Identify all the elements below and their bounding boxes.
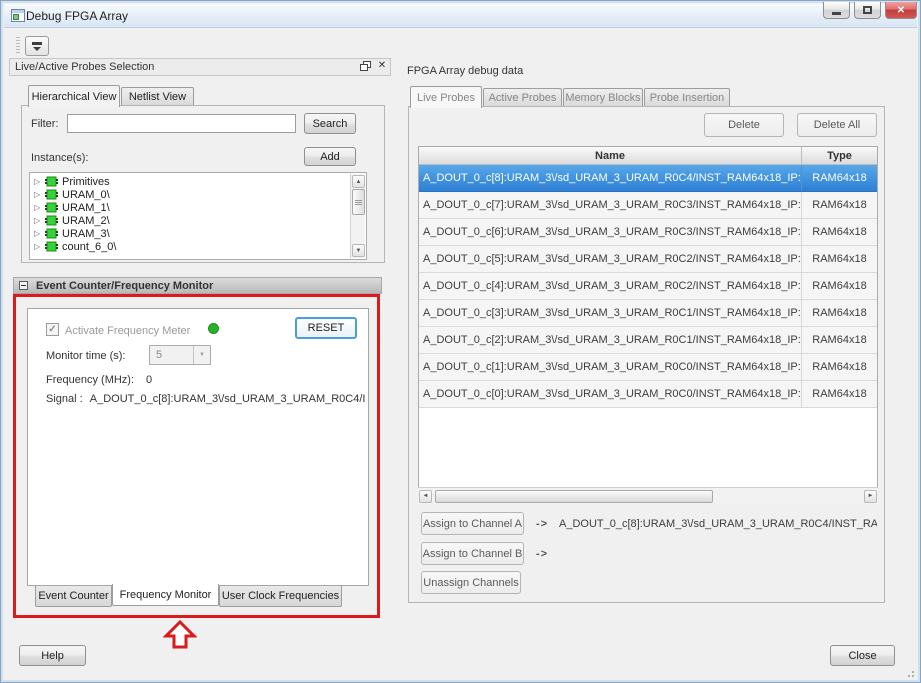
resize-grip[interactable] (904, 667, 914, 677)
tab-frequency-monitor[interactable]: Frequency Monitor (112, 584, 219, 606)
expander-icon[interactable]: ▷ (34, 203, 44, 212)
tab-user-clock-frequencies[interactable]: User Clock Frequencies (219, 586, 342, 607)
expander-icon[interactable]: ▷ (34, 242, 44, 251)
monitor-time-select[interactable]: 5 ▼ (149, 345, 211, 365)
expander-icon[interactable]: ▷ (34, 177, 44, 186)
scroll-up-icon[interactable]: ▲ (352, 175, 365, 188)
instances-label: Instance(s): (31, 152, 88, 164)
assign-channel-a-button[interactable]: Assign to Channel A (421, 512, 524, 535)
toolbar-drag-handle[interactable] (16, 37, 20, 55)
probes-panel-titlebar: Live/Active Probes Selection (9, 58, 391, 76)
float-panel-icon[interactable] (360, 61, 371, 72)
channel-a-value: A_DOUT_0_c[8]:URAM_3\/sd_URAM_3_URAM_R0C… (559, 518, 877, 530)
live-probes-table: Name Type A_DOUT_0_c[8]:URAM_3\/sd_URAM_… (418, 146, 878, 488)
table-row[interactable]: A_DOUT_0_c[4]:URAM_3\/sd_URAM_3_URAM_R0C… (419, 273, 877, 300)
tree-item[interactable]: ▷ URAM_3\ (30, 227, 366, 240)
signal-value: A_DOUT_0_c[8]:URAM_3\/sd_URAM_3_URAM_R0C… (90, 393, 366, 405)
table-row[interactable]: A_DOUT_0_c[5]:URAM_3\/sd_URAM_3_URAM_R0C… (419, 246, 877, 273)
close-window-button[interactable]: ✕ (885, 2, 917, 19)
tab-netlist-view[interactable]: Netlist View (121, 87, 194, 105)
maximize-button[interactable] (854, 2, 881, 19)
expander-icon[interactable]: ▷ (34, 229, 44, 238)
scroll-right-icon[interactable]: ► (864, 490, 877, 503)
instance-chip-icon (45, 189, 58, 200)
minimize-button[interactable] (823, 2, 850, 19)
window-title: Debug FPGA Array (26, 9, 128, 23)
instance-tree[interactable]: ▷ Primitives ▷ URAM_0\ ▷ URAM_1\ ▷ URAM_… (29, 172, 367, 260)
table-header[interactable]: Name Type (419, 147, 877, 165)
tab-live-probes[interactable]: Live Probes (410, 86, 482, 108)
channel-b-arrow: -> (536, 548, 548, 560)
close-button[interactable]: Close (830, 645, 895, 666)
scrollbar-thumb[interactable] (352, 189, 365, 215)
reset-button[interactable]: RESET (295, 317, 357, 339)
tab-active-probes[interactable]: Active Probes (483, 88, 562, 106)
activate-frequency-meter-checkbox[interactable]: ✓ (46, 323, 59, 336)
add-button[interactable]: Add (304, 147, 356, 166)
table-row[interactable]: A_DOUT_0_c[3]:URAM_3\/sd_URAM_3_URAM_R0C… (419, 300, 877, 327)
activate-frequency-meter-label: Activate Frequency Meter (65, 325, 190, 337)
tab-hierarchical-view[interactable]: Hierarchical View (28, 85, 120, 107)
instance-chip-icon (45, 241, 58, 252)
tree-item[interactable]: ▷ Primitives (30, 175, 366, 188)
monitor-time-label: Monitor time (s): (46, 350, 125, 362)
tab-event-counter[interactable]: Event Counter (35, 586, 112, 607)
filter-input[interactable] (67, 114, 296, 133)
instance-chip-icon (45, 176, 58, 187)
debug-panel-title: FPGA Array debug data (407, 65, 523, 77)
instance-chip-icon (45, 228, 58, 239)
signal-line: Signal : A_DOUT_0_c[8]:URAM_3\/sd_URAM_3… (46, 393, 366, 405)
scrollbar-thumb[interactable] (435, 490, 713, 503)
tree-item[interactable]: ▷ URAM_0\ (30, 188, 366, 201)
toolbar-collapse-button[interactable] (25, 36, 49, 56)
monitor-section-header[interactable]: Event Counter/Frequency Monitor (13, 277, 382, 294)
column-header-name[interactable]: Name (419, 147, 801, 164)
scroll-down-icon[interactable]: ▼ (352, 244, 365, 257)
probes-panel-title: Live/Active Probes Selection (15, 61, 154, 73)
filter-label: Filter: (31, 118, 59, 130)
table-row[interactable]: A_DOUT_0_c[0]:URAM_3\/sd_URAM_3_URAM_R0C… (419, 381, 877, 408)
tree-vertical-scrollbar[interactable]: ▲ ▼ (350, 174, 365, 258)
delete-button[interactable]: Delete (704, 113, 784, 137)
instance-chip-icon (45, 202, 58, 213)
table-row[interactable]: A_DOUT_0_c[6]:URAM_3\/sd_URAM_3_URAM_R0C… (419, 219, 877, 246)
minimize-icon (832, 12, 841, 15)
debug-fpga-array-window: Debug FPGA Array ✕ Live/Active Probes Se… (0, 0, 921, 683)
instance-chip-icon (45, 215, 58, 226)
signal-label: Signal : (46, 393, 83, 405)
expander-icon[interactable]: ▷ (34, 216, 44, 225)
table-row[interactable]: A_DOUT_0_c[7]:URAM_3\/sd_URAM_3_URAM_R0C… (419, 192, 877, 219)
help-button[interactable]: Help (19, 645, 86, 666)
collapse-section-icon[interactable] (19, 281, 28, 290)
channel-a-arrow: -> (536, 518, 548, 530)
assign-channel-b-button[interactable]: Assign to Channel B (421, 542, 524, 565)
table-row[interactable]: A_DOUT_0_c[1]:URAM_3\/sd_URAM_3_URAM_R0C… (419, 354, 877, 381)
unassign-channels-button[interactable]: Unassign Channels (421, 571, 521, 594)
frequency-label: Frequency (MHz): (46, 374, 134, 386)
collapse-all-icon (32, 42, 42, 45)
tree-item[interactable]: ▷ count_6_0\ (30, 240, 366, 253)
expander-icon[interactable]: ▷ (34, 190, 44, 199)
dropdown-caret-icon: ▼ (193, 346, 210, 364)
status-indicator-icon (208, 323, 219, 334)
window-icon (11, 9, 25, 22)
close-icon: ✕ (897, 5, 905, 16)
check-icon: ✓ (48, 324, 56, 335)
tree-item[interactable]: ▷ URAM_1\ (30, 201, 366, 214)
tree-item[interactable]: ▷ URAM_2\ (30, 214, 366, 227)
frequency-value: 0 (146, 374, 152, 386)
highlight-arrow-icon (163, 619, 197, 650)
tab-probe-insertion[interactable]: Probe Insertion (644, 88, 730, 106)
window-titlebar[interactable]: Debug FPGA Array (4, 4, 917, 28)
table-row[interactable]: A_DOUT_0_c[8]:URAM_3\/sd_URAM_3_URAM_R0C… (419, 165, 877, 192)
scroll-left-icon[interactable]: ◄ (419, 490, 432, 503)
table-horizontal-scrollbar[interactable]: ◄ ► (418, 487, 878, 504)
close-panel-icon[interactable]: ✕ (376, 59, 388, 71)
delete-all-button[interactable]: Delete All (797, 113, 877, 137)
table-row[interactable]: A_DOUT_0_c[2]:URAM_3\/sd_URAM_3_URAM_R0C… (419, 327, 877, 354)
search-button[interactable]: Search (304, 113, 356, 134)
maximize-icon (863, 6, 872, 14)
tab-memory-blocks[interactable]: Memory Blocks (563, 88, 643, 106)
column-header-type[interactable]: Type (801, 147, 877, 164)
